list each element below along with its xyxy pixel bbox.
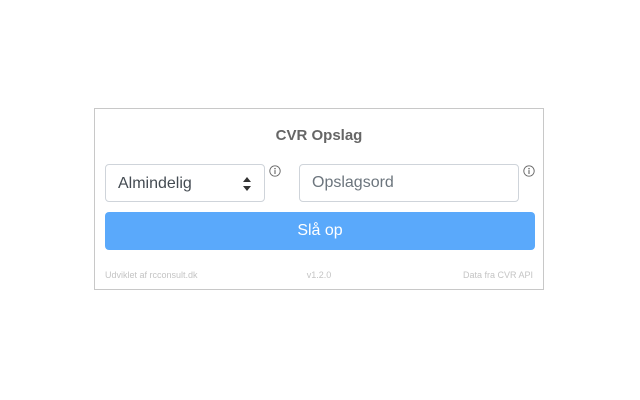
lookup-type-select[interactable]: Almindelig (105, 164, 265, 202)
form-title: CVR Opslag (275, 127, 363, 144)
info-icon[interactable] (523, 165, 535, 177)
sort-arrows-icon (243, 177, 251, 191)
search-input[interactable] (299, 164, 519, 202)
info-icon[interactable] (269, 165, 281, 177)
lookup-button[interactable]: Slå op (105, 212, 535, 250)
lookup-card: CVR Opslag Almindelig Slå op Udviklet af… (94, 108, 544, 290)
lookup-type-value: Almindelig (118, 175, 192, 192)
footer-source: Data fra CVR API (462, 270, 533, 280)
